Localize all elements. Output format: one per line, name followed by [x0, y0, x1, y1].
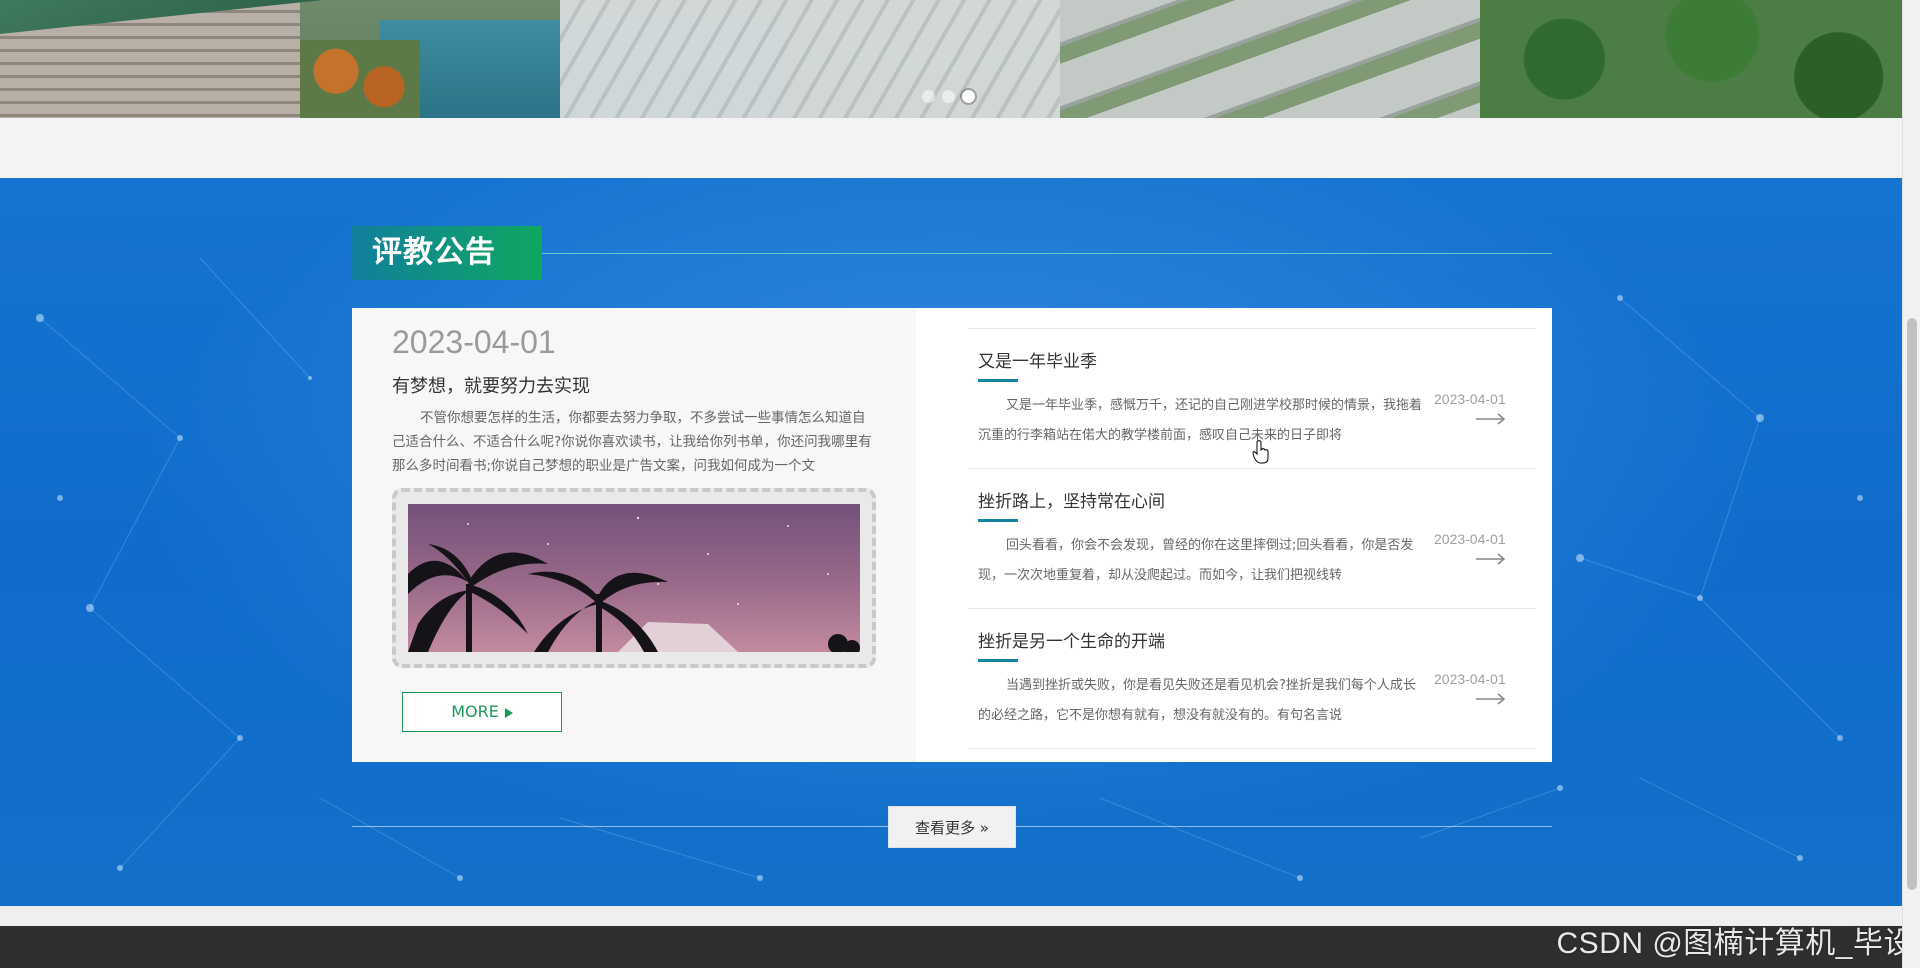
section-title: 评教公告 — [352, 226, 542, 280]
featured-excerpt: 不管你想要怎样的生活，你都要去努力争取，不多尝试一些事情怎么知道自己适合什么、不… — [392, 410, 872, 474]
banner-plaza — [560, 0, 1060, 118]
featured-notice: 2023-04-01 有梦想，就要努力去实现 不管你想要怎样的生活，你都要去努力… — [352, 308, 916, 762]
featured-image-frame[interactable] — [392, 488, 876, 668]
list-item[interactable]: 挫折是另一个生命的开端 当遇到挫折或失败，你是看见失败还是看见机会?挫折是我们每… — [968, 609, 1536, 749]
item-date: 2023-04-01 — [1434, 671, 1506, 687]
arrow-right-icon[interactable] — [1476, 413, 1506, 425]
item-accent-bar — [978, 519, 1018, 522]
notice-section: 评教公告 2023-04-01 有梦想，就要努力去实现 不管你想要怎样的生活，你… — [0, 178, 1902, 908]
title-divider — [542, 253, 1552, 254]
notice-panel: 2023-04-01 有梦想，就要努力去实现 不管你想要怎样的生活，你都要去努力… — [352, 308, 1552, 762]
view-more-button[interactable]: 查看更多 » — [888, 806, 1016, 848]
item-excerpt: 又是一年毕业季，感慨万千，还记的自己刚进学校那时候的情景，我拖着沉重的行李箱站在… — [978, 398, 1422, 443]
more-button-label: MORE — [451, 702, 499, 721]
item-accent-bar — [978, 379, 1018, 382]
scrollbar[interactable] — [1902, 0, 1920, 968]
item-excerpt: 回头看看，你会不会发现，曾经的你在这里摔倒过;回头看看，你是否发现，一次次地重复… — [978, 538, 1414, 583]
carousel-dots — [922, 90, 975, 103]
watermark: CSDN @图楠计算机_毕设 — [1556, 927, 1914, 960]
carousel-dot-2[interactable] — [942, 90, 955, 103]
item-title[interactable]: 又是一年毕业季 — [978, 347, 1097, 372]
arrow-right-icon[interactable] — [1476, 693, 1506, 705]
item-date: 2023-04-01 — [1434, 391, 1506, 407]
play-triangle-icon — [504, 707, 513, 718]
hand-cursor-icon — [1252, 440, 1269, 464]
hero-banner — [0, 0, 1902, 118]
list-item[interactable]: 挫折路上，坚持常在心间 回头看看，你会不会发现，曾经的你在这里摔倒过;回头看看，… — [968, 469, 1536, 609]
featured-title[interactable]: 有梦想，就要努力去实现 — [392, 372, 590, 398]
item-accent-bar — [978, 659, 1018, 662]
banner-trees-left — [300, 40, 420, 118]
palm-tree-photo — [408, 504, 860, 652]
item-title[interactable]: 挫折路上，坚持常在心间 — [978, 487, 1165, 512]
more-button[interactable]: MORE — [402, 692, 562, 732]
scrollbar-thumb[interactable] — [1907, 318, 1917, 890]
featured-date: 2023-04-01 — [392, 324, 556, 360]
carousel-dot-3[interactable] — [962, 90, 975, 103]
notice-list: 又是一年毕业季 又是一年毕业季，感慨万千，还记的自己刚进学校那时候的情景，我拖着… — [968, 328, 1536, 749]
banner-trees-right — [1480, 0, 1902, 118]
arrow-right-icon[interactable] — [1476, 553, 1506, 565]
banner-rooftops — [1060, 0, 1520, 118]
palm-tree-icon — [408, 516, 860, 652]
carousel-dot-1[interactable] — [922, 90, 935, 103]
item-excerpt: 当遇到挫折或失败，你是看见失败还是看见机会?挫折是我们每个人成长的必经之路，它不… — [978, 678, 1416, 723]
item-title[interactable]: 挫折是另一个生命的开端 — [978, 627, 1165, 652]
item-date: 2023-04-01 — [1434, 531, 1506, 547]
